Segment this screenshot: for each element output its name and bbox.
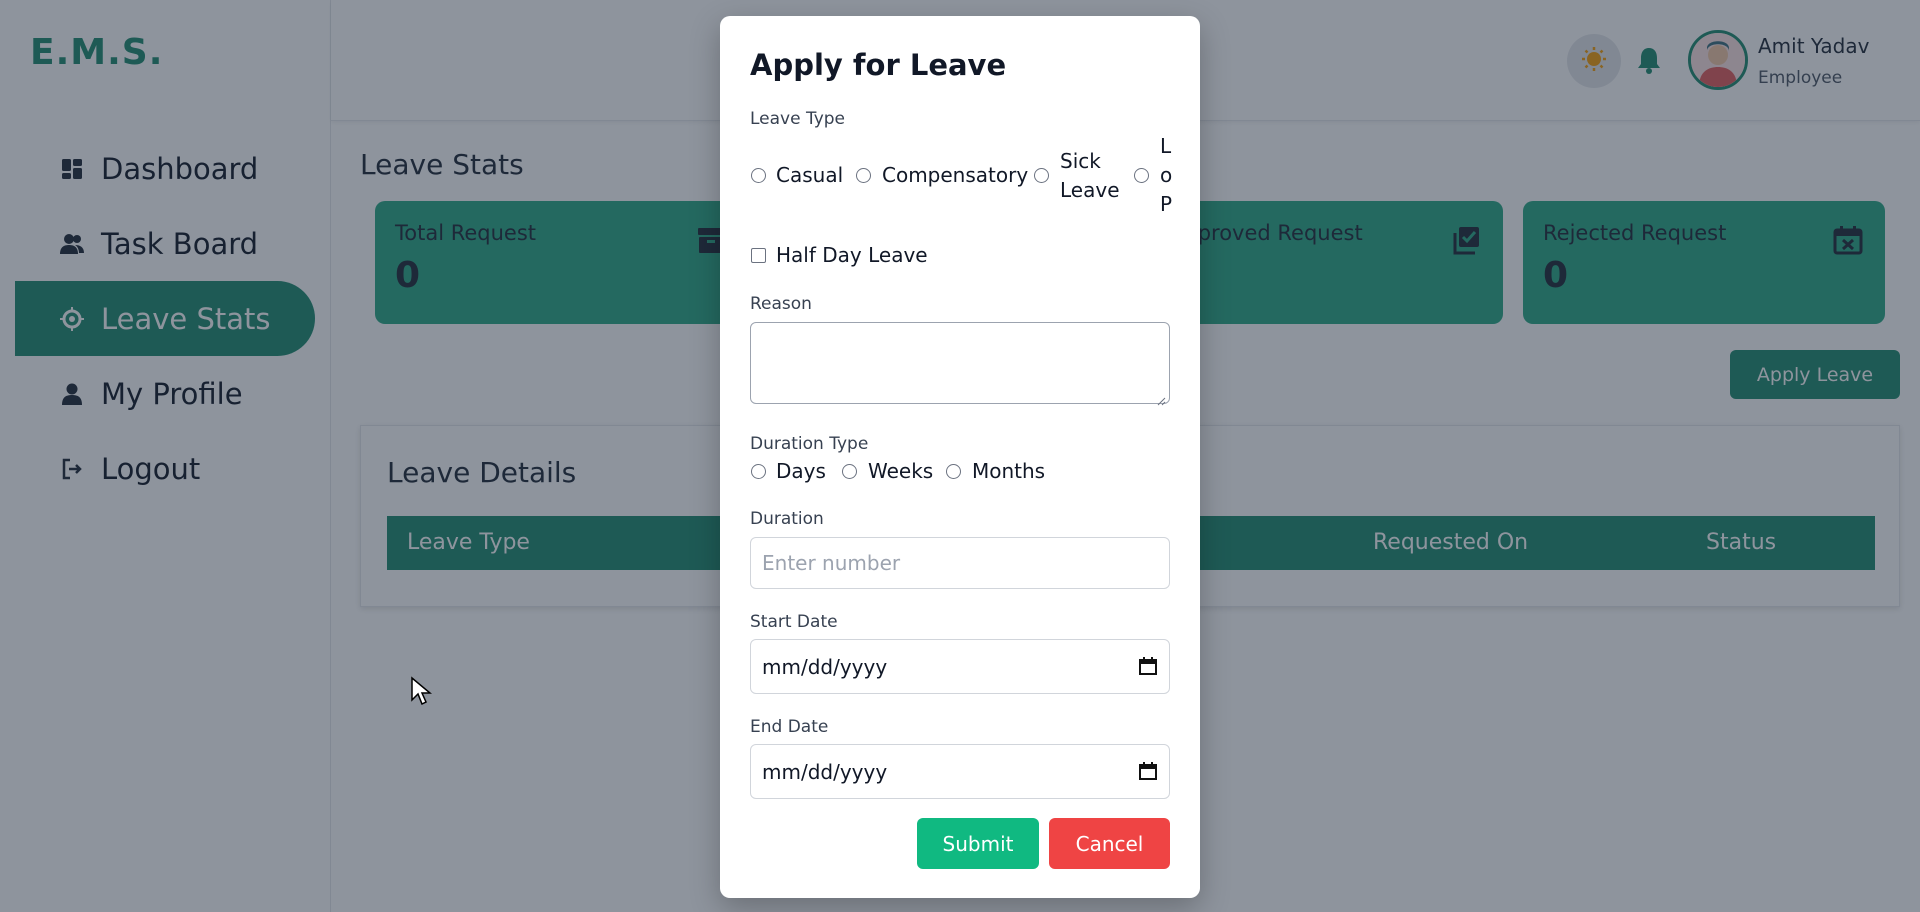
apply-leave-modal: Apply for Leave Leave Type Casual Compen… xyxy=(720,16,1200,898)
radio-casual[interactable] xyxy=(751,168,766,183)
radio-label-partial-1: L xyxy=(1160,134,1172,158)
calendar-icon[interactable] xyxy=(1139,656,1157,675)
reason-textarea[interactable] xyxy=(750,322,1170,406)
leave-type-label: Leave Type xyxy=(750,109,846,129)
start-date-value: mm/dd/yyyy xyxy=(762,654,888,679)
radio-weeks[interactable] xyxy=(842,464,857,479)
radio-label-partial-3: P xyxy=(1160,192,1173,216)
modal-title: Apply for Leave xyxy=(750,48,1007,82)
start-date-label: Start Date xyxy=(750,612,838,632)
radio-sick-leave[interactable] xyxy=(1034,168,1049,183)
radio-label-days: Days xyxy=(776,459,826,483)
radio-label-sick: Sick xyxy=(1060,149,1101,173)
radio-label-leave: Leave xyxy=(1060,178,1120,202)
radio-leave-other[interactable] xyxy=(1134,168,1149,183)
submit-button[interactable]: Submit xyxy=(917,818,1039,869)
radio-label-partial-2: o xyxy=(1160,163,1173,187)
radio-label-months: Months xyxy=(972,459,1046,483)
radio-label-casual: Casual xyxy=(776,163,844,187)
radio-label-compensatory: Compensatory xyxy=(882,163,1029,187)
end-date-value: mm/dd/yyyy xyxy=(762,759,888,784)
calendar-icon[interactable] xyxy=(1139,761,1157,780)
radio-label-weeks: Weeks xyxy=(868,459,934,483)
duration-label: Duration xyxy=(750,509,824,529)
half-day-checkbox[interactable] xyxy=(751,248,766,263)
mouse-cursor-icon xyxy=(410,676,433,706)
end-date-input[interactable]: mm/dd/yyyy xyxy=(750,744,1170,799)
cancel-button[interactable]: Cancel xyxy=(1049,818,1170,869)
end-date-label: End Date xyxy=(750,717,829,737)
half-day-label: Half Day Leave xyxy=(776,243,928,267)
start-date-input[interactable]: mm/dd/yyyy xyxy=(750,639,1170,694)
duration-type-label: Duration Type xyxy=(750,434,869,454)
radio-days[interactable] xyxy=(751,464,766,479)
duration-input[interactable]: Enter number xyxy=(750,537,1170,589)
radio-compensatory[interactable] xyxy=(856,168,871,183)
reason-label: Reason xyxy=(750,294,812,314)
radio-months[interactable] xyxy=(946,464,961,479)
resize-grip-icon[interactable] xyxy=(1157,391,1166,406)
